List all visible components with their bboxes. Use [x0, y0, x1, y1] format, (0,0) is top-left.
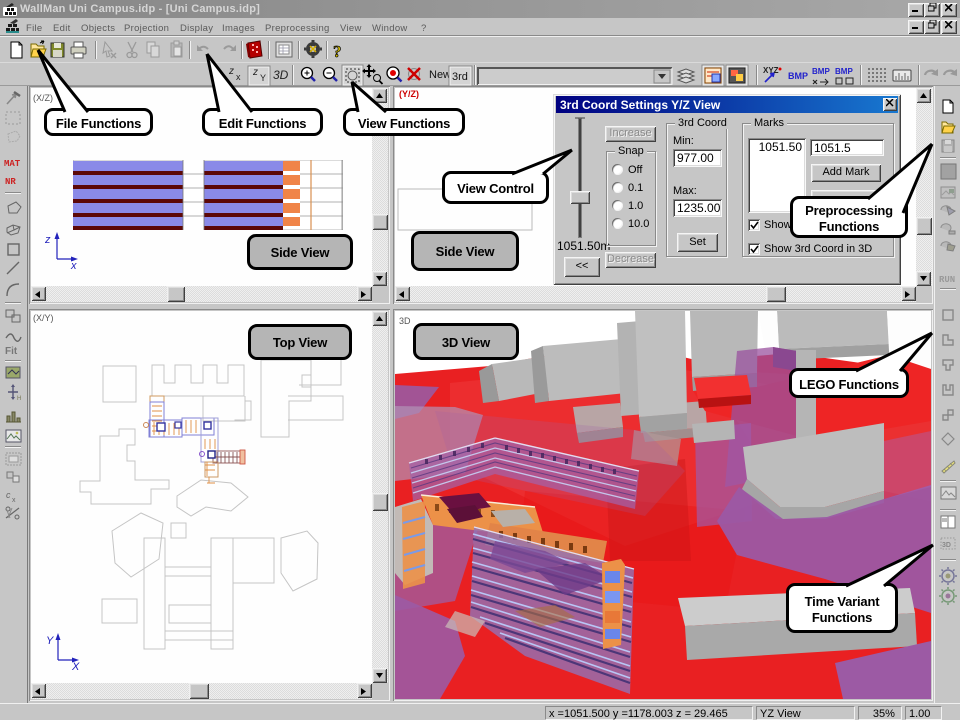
svg-text:BMP: BMP: [835, 67, 853, 76]
svg-text:MAT: MAT: [4, 159, 21, 169]
svg-text:BMP: BMP: [788, 71, 808, 81]
svg-text:BMP: BMP: [812, 67, 830, 76]
svg-text:X: X: [71, 661, 80, 670]
svg-text:z: z: [45, 234, 51, 246]
svg-text:NR: NR: [5, 177, 16, 187]
svg-text:z: z: [228, 66, 234, 77]
svg-text:3D: 3D: [942, 542, 951, 549]
svg-text:?: ?: [333, 42, 342, 61]
svg-text:3rd: 3rd: [452, 71, 468, 83]
svg-text:RUN: RUN: [939, 275, 955, 285]
svg-text:Fit: Fit: [5, 346, 18, 357]
svg-text:Y: Y: [260, 73, 266, 83]
svg-text:x: x: [70, 260, 77, 269]
svg-text:x: x: [12, 497, 16, 504]
svg-text:z: z: [252, 67, 258, 78]
svg-text:3D: 3D: [273, 68, 289, 82]
svg-text:x: x: [236, 72, 241, 82]
svg-text:H: H: [17, 396, 21, 402]
svg-text:New: New: [429, 69, 451, 81]
svg-text:Y: Y: [46, 635, 54, 647]
svg-text:c: c: [6, 490, 11, 500]
